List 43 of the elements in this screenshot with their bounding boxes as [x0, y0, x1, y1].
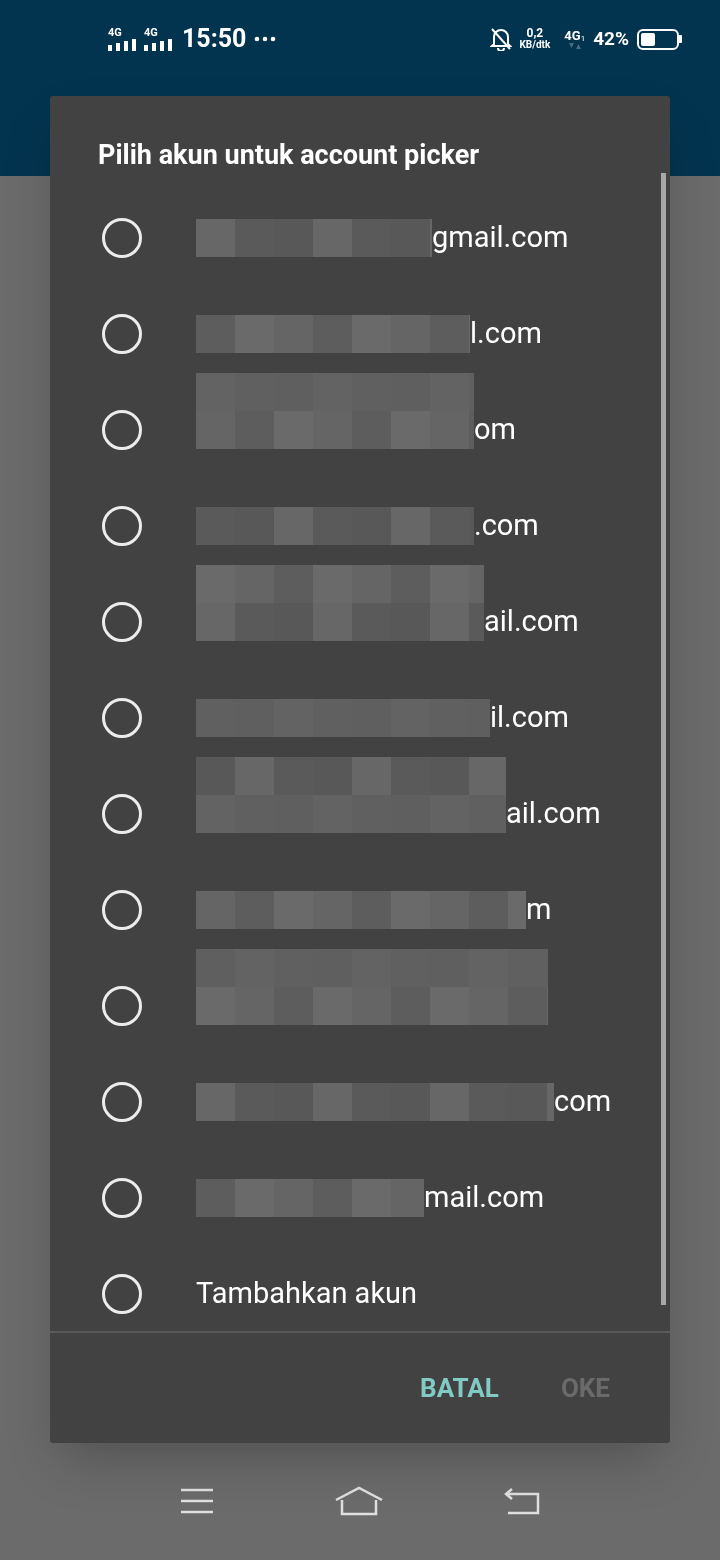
- sim-number: 1: [580, 34, 586, 43]
- account-email: l.com: [470, 315, 542, 353]
- scrollbar[interactable]: [661, 173, 666, 1305]
- radio-button[interactable]: [102, 890, 142, 930]
- radio-button[interactable]: [102, 218, 142, 258]
- more-dots-icon: [254, 36, 277, 42]
- speed-value: 0,2: [526, 28, 544, 39]
- battery-percent: 42%: [593, 25, 629, 52]
- radio-button[interactable]: [102, 1178, 142, 1218]
- data-arrows-icon: [568, 43, 581, 49]
- account-email: gmail.com: [432, 219, 569, 257]
- account-email: il.com: [490, 699, 569, 737]
- account-email: m: [526, 891, 552, 929]
- account-email: com: [554, 1083, 612, 1121]
- radio-button[interactable]: [102, 1274, 142, 1314]
- menu-icon[interactable]: [180, 1488, 214, 1514]
- signal-icon: [108, 39, 138, 51]
- clock-time: 15:50: [182, 23, 247, 56]
- add-account-label: Tambahkan akun: [196, 1275, 418, 1313]
- radio-button[interactable]: [102, 1082, 142, 1122]
- account-email: mail.com: [424, 1179, 545, 1217]
- speed-unit: KB/dtk: [519, 39, 551, 50]
- account-email: ail.com: [484, 603, 579, 641]
- radio-button[interactable]: [102, 506, 142, 546]
- account-email: om: [474, 411, 516, 449]
- dialog-title: Pilih akun untuk account picker: [97, 138, 481, 173]
- radio-button[interactable]: [102, 410, 142, 450]
- cancel-button[interactable]: BATAL: [420, 1368, 499, 1408]
- account-email: ail.com: [506, 795, 601, 833]
- radio-button[interactable]: [102, 986, 142, 1026]
- bell-off-icon: [489, 27, 512, 51]
- network-label: 4G: [108, 27, 122, 39]
- signal-icon: [144, 39, 174, 51]
- battery-icon: [637, 28, 682, 50]
- back-icon[interactable]: [504, 1487, 540, 1515]
- account-email: .com: [474, 507, 539, 545]
- network-label: 4G: [564, 29, 581, 43]
- home-icon[interactable]: [334, 1486, 384, 1516]
- network-label: 4G: [144, 27, 158, 39]
- radio-button[interactable]: [102, 698, 142, 738]
- radio-button[interactable]: [102, 794, 142, 834]
- radio-button[interactable]: [102, 602, 142, 642]
- radio-button[interactable]: [102, 314, 142, 354]
